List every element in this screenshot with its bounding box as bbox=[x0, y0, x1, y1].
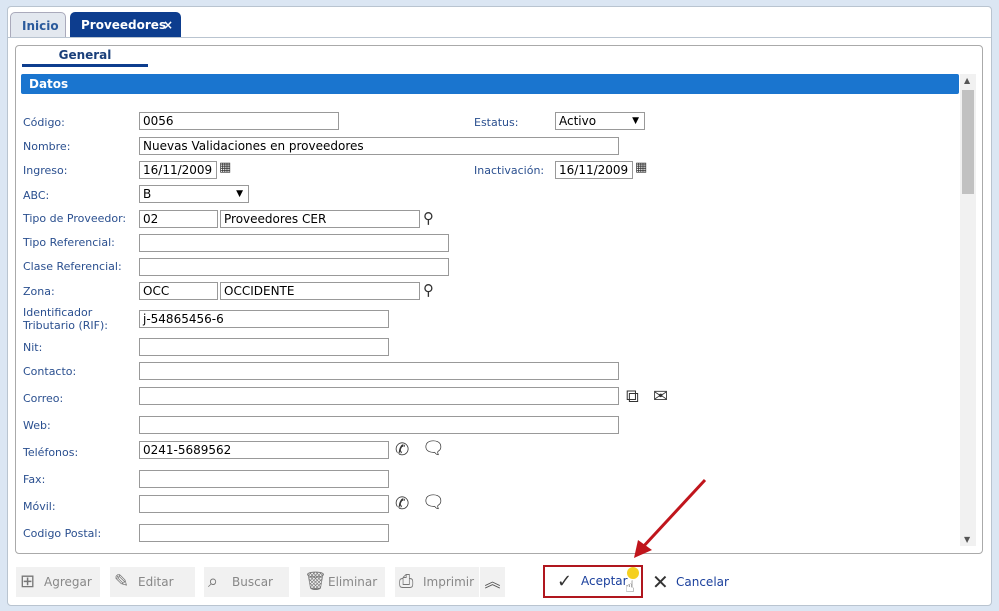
sms-icon[interactable]: 🗨 bbox=[422, 438, 445, 459]
editar-button[interactable]: ✎ Editar bbox=[110, 567, 195, 597]
movil-label: Móvil: bbox=[23, 500, 56, 513]
section-header: Datos bbox=[21, 74, 959, 94]
codigo-label: Código: bbox=[23, 116, 65, 129]
estatus-label: Estatus: bbox=[474, 116, 519, 129]
imprimir-button[interactable]: ⎙ Imprimir bbox=[395, 567, 479, 597]
calendar-icon[interactable]: ▦ bbox=[635, 160, 647, 175]
rif-input[interactable]: j-54865456-6 bbox=[139, 310, 389, 328]
scroll-down-icon[interactable]: ▼ bbox=[964, 535, 970, 544]
print-icon: ⎙ bbox=[399, 571, 414, 592]
tab-general[interactable]: General bbox=[22, 48, 148, 67]
check-icon: ✓ bbox=[557, 571, 573, 592]
nit-label: Nit: bbox=[23, 341, 43, 354]
scroll-up-icon[interactable]: ▲ bbox=[964, 76, 970, 85]
ingreso-label: Ingreso: bbox=[23, 164, 68, 177]
divider bbox=[7, 37, 992, 38]
correo-input[interactable] bbox=[139, 387, 619, 405]
tab-proveedores[interactable]: Proveedores × bbox=[70, 12, 181, 38]
inactivacion-input[interactable]: 16/11/2009 bbox=[555, 161, 633, 179]
tipo-proveedor-label: Tipo de Proveedor: bbox=[23, 212, 127, 225]
arrow-annotation-icon: ☝ bbox=[625, 478, 707, 596]
estatus-select[interactable]: Activo bbox=[555, 112, 645, 130]
phone-icon[interactable]: ✆ bbox=[395, 440, 409, 460]
abc-value: B bbox=[143, 187, 152, 201]
edit-icon: ✎ bbox=[114, 571, 130, 592]
editar-label: Editar bbox=[138, 575, 174, 589]
abc-label: ABC: bbox=[23, 189, 50, 202]
tipo-proveedor-desc[interactable]: Proveedores CER bbox=[220, 210, 420, 228]
sms-icon[interactable]: 🗨 bbox=[422, 492, 445, 513]
zona-desc[interactable]: OCCIDENTE bbox=[220, 282, 420, 300]
imprimir-label: Imprimir bbox=[423, 575, 475, 589]
tab-inicio[interactable]: Inicio bbox=[10, 12, 66, 38]
clase-referencial-input[interactable] bbox=[139, 258, 449, 276]
rif-label-line1: Identificador bbox=[23, 306, 93, 319]
zona-label: Zona: bbox=[23, 285, 55, 298]
contacto-input[interactable] bbox=[139, 362, 619, 380]
scrollbar[interactable]: ▲ ▼ bbox=[960, 74, 976, 546]
web-input[interactable] bbox=[139, 416, 619, 434]
correo-label: Correo: bbox=[23, 392, 64, 405]
close-icon[interactable]: × bbox=[163, 12, 173, 38]
estatus-value: Activo bbox=[559, 114, 597, 128]
telefonos-input[interactable]: 0241-5689562 bbox=[139, 441, 389, 459]
buscar-label: Buscar bbox=[232, 575, 273, 589]
search-icon[interactable]: ⚲ bbox=[423, 209, 434, 227]
add-icon: ⊞ bbox=[20, 571, 36, 592]
agregar-button[interactable]: ⊞ Agregar bbox=[16, 567, 100, 597]
web-label: Web: bbox=[23, 419, 51, 432]
collapse-icon[interactable]: ︽ bbox=[480, 567, 505, 597]
search-icon[interactable]: ⚲ bbox=[423, 281, 434, 299]
hand-cursor-icon: ☝ bbox=[625, 577, 635, 596]
phone-icon[interactable]: ✆ bbox=[395, 494, 409, 514]
search-icon: ⌕ bbox=[208, 571, 219, 592]
movil-input[interactable] bbox=[139, 495, 389, 513]
mail-icon[interactable]: ✉ bbox=[653, 386, 668, 407]
rif-label: Identificador Tributario (RIF): bbox=[23, 306, 108, 332]
ingreso-input[interactable]: 16/11/2009 bbox=[139, 161, 217, 179]
abc-select[interactable]: B bbox=[139, 185, 249, 203]
tipo-referencial-input[interactable] bbox=[139, 234, 449, 252]
trash-icon: 🗑 bbox=[304, 571, 327, 592]
fax-input[interactable] bbox=[139, 470, 389, 488]
tipo-proveedor-code[interactable]: 02 bbox=[139, 210, 218, 228]
tipo-referencial-label: Tipo Referencial: bbox=[23, 236, 115, 249]
nombre-input[interactable]: Nuevas Validaciones en proveedores bbox=[139, 137, 619, 155]
zona-code[interactable]: OCC bbox=[139, 282, 218, 300]
clase-referencial-label: Clase Referencial: bbox=[23, 260, 122, 273]
buscar-button[interactable]: ⌕ Buscar bbox=[204, 567, 289, 597]
eliminar-label: Eliminar bbox=[328, 575, 378, 589]
agregar-label: Agregar bbox=[44, 575, 92, 589]
calendar-icon[interactable]: ▦ bbox=[219, 160, 231, 175]
codigo-input[interactable]: 0056 bbox=[139, 112, 339, 130]
telefonos-label: Teléfonos: bbox=[23, 446, 79, 459]
eliminar-button[interactable]: 🗑 Eliminar bbox=[300, 567, 385, 597]
codigo-postal-input[interactable] bbox=[139, 524, 389, 542]
nombre-label: Nombre: bbox=[23, 140, 71, 153]
contacto-label: Contacto: bbox=[23, 365, 77, 378]
copy-icon[interactable]: ⧉ bbox=[626, 386, 639, 407]
fax-label: Fax: bbox=[23, 473, 46, 486]
rif-label-line2: Tributario (RIF): bbox=[23, 319, 108, 332]
nit-input[interactable] bbox=[139, 338, 389, 356]
codigo-postal-label: Codigo Postal: bbox=[23, 527, 102, 540]
inactivacion-label: Inactivación: bbox=[474, 164, 545, 177]
scroll-thumb[interactable] bbox=[962, 90, 974, 194]
tab-label: Proveedores bbox=[81, 18, 167, 32]
